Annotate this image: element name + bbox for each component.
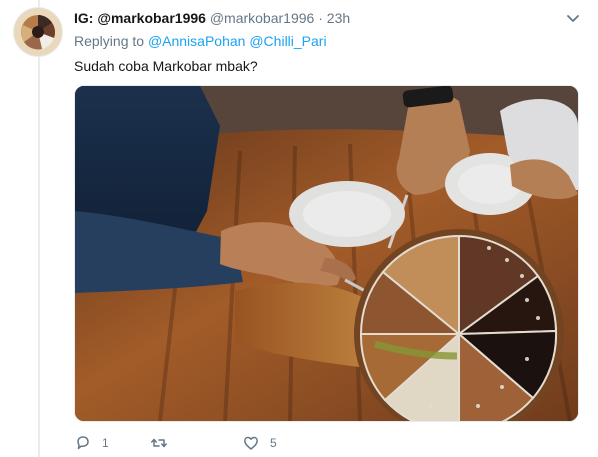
reply-button[interactable]: 1 xyxy=(74,434,116,452)
tweet-actions: 1 5 xyxy=(74,433,284,453)
avatar-image xyxy=(14,8,62,56)
thread-line xyxy=(38,0,40,457)
reply-context: Replying to @AnnisaPohan @Chilli_Pari xyxy=(74,33,327,49)
reply-count: 1 xyxy=(102,436,109,450)
avatar[interactable] xyxy=(14,8,62,56)
like-count: 5 xyxy=(270,436,277,450)
retweet-button[interactable] xyxy=(150,434,192,452)
food-photo xyxy=(75,86,578,421)
mention-link[interactable]: @AnnisaPohan xyxy=(148,33,246,49)
like-button[interactable]: 5 xyxy=(242,434,284,452)
heart-icon xyxy=(244,436,258,450)
display-name[interactable]: IG: @markobar1996 xyxy=(74,10,206,26)
separator: · xyxy=(318,10,323,26)
reply-prefix: Replying to xyxy=(74,33,145,49)
tweet-text: Sudah coba Markobar mbak? xyxy=(74,58,258,74)
tweet-header: IG: @markobar1996 @markobar1996 · 23h xyxy=(74,9,568,27)
mention-link[interactable]: @Chilli_Pari xyxy=(249,33,326,49)
tweet-photo[interactable] xyxy=(74,85,579,422)
handle[interactable]: @markobar1996 xyxy=(210,10,315,26)
retweet-icon xyxy=(151,438,167,448)
chevron-down-icon[interactable] xyxy=(566,11,580,25)
timestamp[interactable]: 23h xyxy=(327,10,350,26)
reply-icon xyxy=(77,436,89,450)
